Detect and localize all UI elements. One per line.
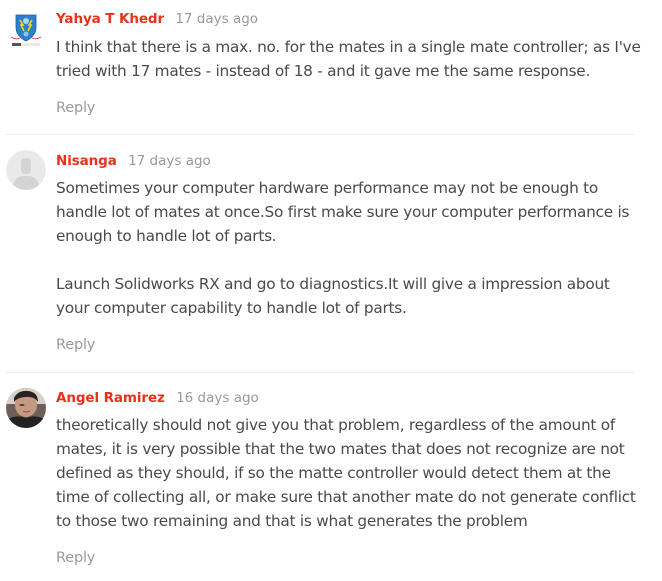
- user-photo-icon: [6, 388, 46, 428]
- comment-body: theoretically should not give you that p…: [56, 413, 646, 533]
- comment-timestamp: 17 days ago: [175, 11, 259, 27]
- shield-logo-icon: [6, 10, 46, 50]
- reply-button[interactable]: Reply: [56, 100, 95, 116]
- comment-body: Sometimes your computer hardware perform…: [56, 176, 646, 320]
- comment-paragraph: Launch Solidworks RX and go to diagnosti…: [56, 275, 610, 317]
- comment-list: Yahya T Khedr 17 days ago I think that t…: [0, 0, 662, 581]
- comment-body: I think that there is a max. no. for the…: [56, 35, 646, 83]
- reply-button[interactable]: Reply: [56, 550, 95, 566]
- comment-paragraph: I think that there is a max. no. for the…: [56, 38, 641, 80]
- avatar[interactable]: [6, 10, 46, 50]
- comment-author[interactable]: Yahya T Khedr: [56, 11, 164, 27]
- avatar[interactable]: [6, 150, 46, 190]
- comment-divider: [6, 134, 634, 135]
- comment-divider: [6, 372, 634, 373]
- comment-author[interactable]: Angel Ramirez: [56, 390, 165, 406]
- default-user-icon: [6, 150, 46, 190]
- comment-timestamp: 16 days ago: [176, 390, 259, 406]
- comment-timestamp: 17 days ago: [128, 153, 211, 169]
- avatar[interactable]: [6, 388, 46, 428]
- comment-paragraph: Sometimes your computer hardware perform…: [56, 179, 630, 245]
- reply-button[interactable]: Reply: [56, 337, 95, 353]
- comment-paragraph: theoretically should not give you that p…: [56, 416, 636, 530]
- comment-author[interactable]: Nisanga: [56, 153, 117, 169]
